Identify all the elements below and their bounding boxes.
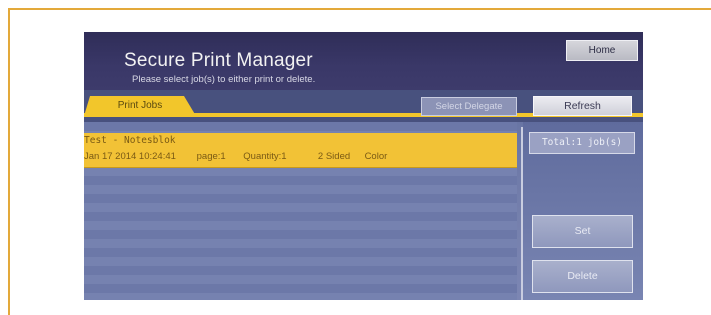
refresh-button[interactable]: Refresh (533, 96, 632, 116)
frame-left-border (8, 8, 10, 315)
print-manager-screen: Secure Print Manager Please select job(s… (84, 32, 643, 300)
frame-top-border (8, 8, 711, 10)
job-row[interactable]: Test - Notesblok Jan 17 2014 10:24:41 pa… (84, 133, 517, 168)
job-list: Test - Notesblok Jan 17 2014 10:24:41 pa… (84, 122, 517, 300)
title-bar: Secure Print Manager Please select job(s… (84, 32, 643, 90)
panel-divider (521, 127, 523, 300)
delete-button[interactable]: Delete (532, 260, 633, 293)
job-name: Test - Notesblok (84, 135, 176, 146)
set-button[interactable]: Set (532, 215, 633, 248)
job-details: Jan 17 2014 10:24:41 page:1 Quantity:1 2… (84, 151, 387, 162)
home-button[interactable]: Home (566, 40, 638, 61)
job-datetime: Jan 17 2014 10:24:41 (84, 151, 176, 162)
job-page: page:1 (196, 151, 226, 162)
job-color: Color (364, 151, 388, 162)
job-sided: 2 Sided (317, 151, 351, 162)
page-subtitle: Please select job(s) to either print or … (132, 74, 316, 85)
select-delegate-button[interactable]: Select Delegate (421, 97, 517, 116)
total-jobs-label: Total:1 job(s) (529, 132, 635, 154)
page-title: Secure Print Manager (124, 50, 313, 71)
job-quantity: Quantity:1 (243, 151, 287, 162)
